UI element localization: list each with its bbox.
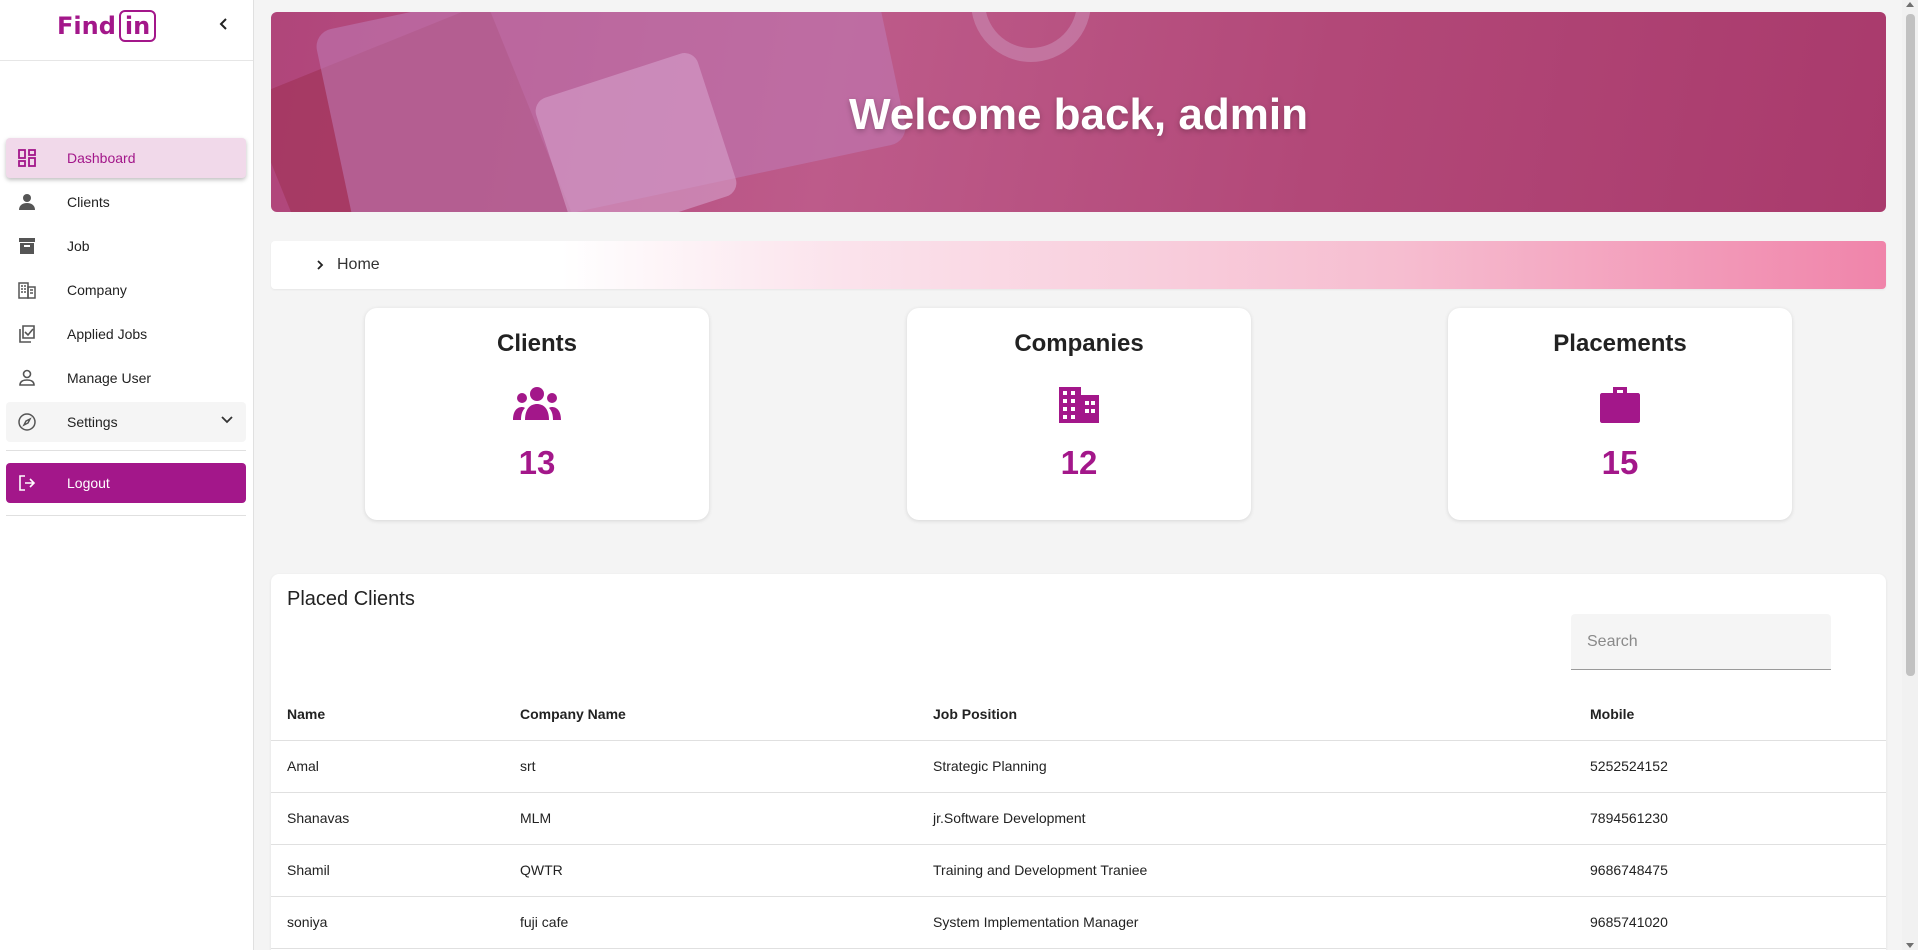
sidebar: Fi nd in Dashboard Clients Job Company A…	[0, 0, 254, 950]
archive-icon	[15, 234, 39, 258]
logo-letter-i: i	[73, 12, 82, 40]
sidebar-item-manage-user[interactable]: Manage User	[6, 358, 246, 398]
sidebar-nav: Dashboard Clients Job Company Applied Jo…	[6, 138, 246, 516]
cell-name: Shamil	[271, 844, 520, 897]
chevron-right-icon	[311, 256, 329, 274]
stat-title: Companies	[1014, 330, 1144, 357]
cell-name: Shanavas	[271, 792, 520, 845]
breadcrumb-home[interactable]: Home	[337, 256, 380, 274]
cell-job-position: Strategic Planning	[933, 740, 1590, 793]
stat-title: Placements	[1553, 330, 1687, 357]
table-row[interactable]: soniya fuji cafe System Implementation M…	[271, 896, 1886, 949]
placed-clients-table: Name Company Name Job Position Mobile Am…	[271, 688, 1886, 949]
table-row[interactable]: Shamil QWTR Training and Development Tra…	[271, 844, 1886, 897]
sidebar-item-label: Settings	[67, 414, 118, 430]
column-header-company[interactable]: Company Name	[520, 688, 933, 741]
stat-value: 12	[1060, 444, 1098, 481]
cell-name: Amal	[271, 740, 520, 793]
stat-value: 13	[518, 444, 556, 481]
placed-clients-card: Placed Clients Name Company Name Job Pos…	[271, 574, 1886, 950]
building-icon	[15, 278, 39, 302]
search-input[interactable]	[1571, 614, 1831, 669]
sidebar-item-company[interactable]: Company	[6, 270, 246, 310]
dashboard-icon	[15, 146, 39, 170]
page-scrollbar[interactable]	[1902, 0, 1918, 950]
cell-name: soniya	[271, 896, 520, 949]
logo-letter-f: F	[57, 12, 74, 40]
sidebar-item-job[interactable]: Job	[6, 226, 246, 266]
welcome-title: Welcome back, admin	[849, 90, 1308, 139]
table-header-row: Name Company Name Job Position Mobile	[271, 688, 1886, 741]
logo-letters-nd: nd	[81, 12, 116, 40]
search-field[interactable]	[1571, 614, 1831, 670]
logout-label: Logout	[67, 475, 110, 491]
main-content: Welcome back, admin Home Clients 13 Comp…	[271, 0, 1886, 950]
sidebar-item-label: Manage User	[67, 370, 152, 386]
sidebar-item-label: Applied Jobs	[67, 326, 148, 342]
welcome-banner: Welcome back, admin	[271, 12, 1886, 212]
person-icon	[15, 190, 39, 214]
column-header-mobile[interactable]: Mobile	[1590, 688, 1886, 741]
sidebar-item-label: Clients	[67, 194, 110, 210]
collapse-sidebar-button[interactable]	[212, 12, 236, 36]
sidebar-item-label: Job	[67, 238, 90, 254]
sidebar-item-label: Dashboard	[67, 150, 136, 166]
logo-box-in: in	[118, 10, 157, 42]
cell-job-position: Training and Development Traniee	[933, 844, 1590, 897]
building-icon	[1052, 382, 1106, 428]
cell-mobile: 9685741020	[1590, 896, 1886, 949]
scroll-up-arrow-icon[interactable]	[1906, 2, 1914, 7]
sidebar-divider	[6, 515, 246, 516]
stat-card-clients: Clients 13	[365, 308, 709, 520]
checklist-icon	[15, 322, 39, 346]
user-outline-icon	[15, 366, 39, 390]
cell-company: fuji cafe	[520, 896, 933, 949]
sidebar-item-clients[interactable]: Clients	[6, 182, 246, 222]
stat-card-placements: Placements 15	[1448, 308, 1792, 520]
briefcase-icon	[1593, 382, 1647, 428]
cell-mobile: 5252524152	[1590, 740, 1886, 793]
cell-company: srt	[520, 740, 933, 793]
sidebar-item-label: Company	[67, 282, 127, 298]
placed-clients-title: Placed Clients	[287, 588, 415, 610]
scrollbar-thumb[interactable]	[1906, 14, 1915, 676]
logo-bar: Fi nd in	[0, 0, 253, 61]
sidebar-divider	[6, 450, 246, 451]
findin-logo[interactable]: Fi nd in	[57, 10, 157, 42]
chevron-left-icon	[219, 18, 227, 30]
table-row[interactable]: Amal srt Strategic Planning 5252524152	[271, 740, 1886, 793]
cell-mobile: 9686748475	[1590, 844, 1886, 897]
logout-icon	[15, 471, 39, 495]
cell-job-position: System Implementation Manager	[933, 896, 1590, 949]
table-row[interactable]: Shanavas MLM jr.Software Development 789…	[271, 792, 1886, 845]
chevron-down-icon	[220, 412, 234, 429]
cell-job-position: jr.Software Development	[933, 792, 1590, 845]
cell-mobile: 7894561230	[1590, 792, 1886, 845]
compass-icon	[15, 410, 39, 434]
column-header-job-position[interactable]: Job Position	[933, 688, 1590, 741]
banner-decoration	[971, 12, 1091, 62]
group-icon	[510, 382, 564, 428]
stat-title: Clients	[496, 330, 577, 357]
sidebar-item-applied-jobs[interactable]: Applied Jobs	[6, 314, 246, 354]
stat-value: 15	[1601, 444, 1639, 481]
logout-button[interactable]: Logout	[6, 463, 246, 503]
breadcrumb: Home	[271, 241, 1886, 289]
sidebar-item-dashboard[interactable]: Dashboard	[6, 138, 246, 178]
sidebar-item-settings[interactable]: Settings	[6, 402, 246, 442]
column-header-name[interactable]: Name	[271, 688, 520, 741]
stat-card-companies: Companies 12	[907, 308, 1251, 520]
scroll-down-arrow-icon[interactable]	[1906, 943, 1914, 948]
cell-company: MLM	[520, 792, 933, 845]
cell-company: QWTR	[520, 844, 933, 897]
